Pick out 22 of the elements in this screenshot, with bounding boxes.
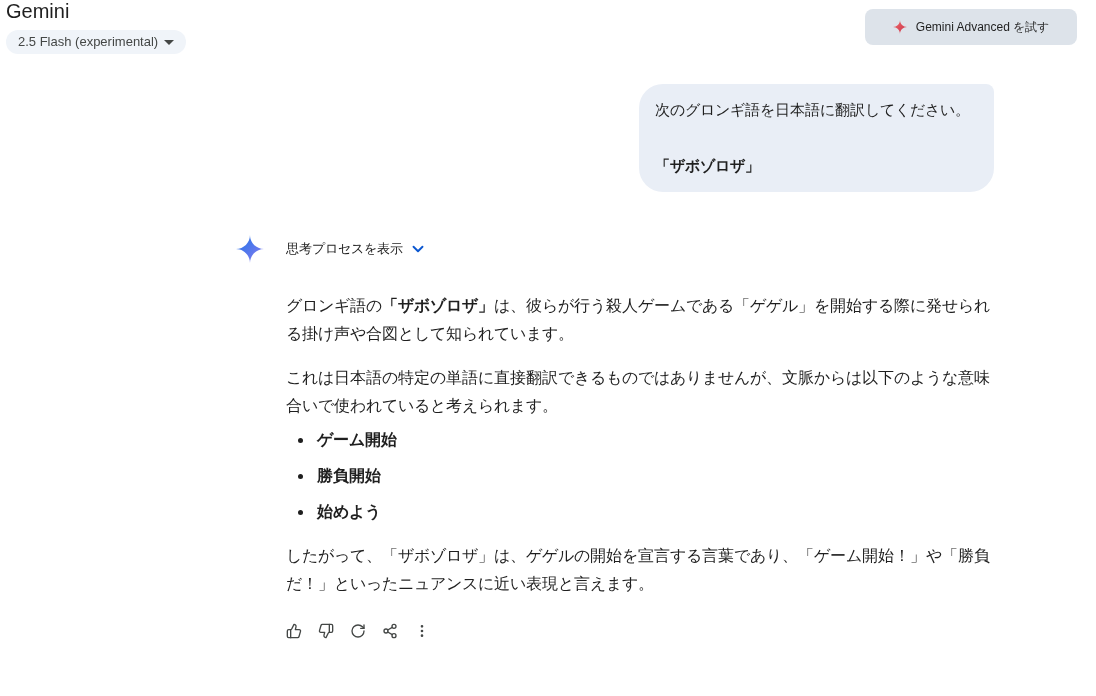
sparkle-icon [892, 20, 907, 34]
sparkle-icon [236, 235, 264, 263]
model-selector[interactable]: 2.5 Flash (experimental) [6, 30, 187, 54]
bullet-icon [298, 509, 303, 515]
user-message-text: 「ザボゾロザ」 [655, 156, 760, 176]
list-item-text: 勝負開始 [317, 466, 381, 486]
user-message-text: 次のグロンギ語を日本語に翻訳してください。 [655, 100, 970, 120]
upgrade-button[interactable]: Gemini Advanced を試す [865, 9, 1077, 45]
caret-down-icon [164, 39, 175, 45]
bullet-icon [298, 473, 303, 479]
show-thinking-toggle[interactable]: 思考プロセスを表示 [286, 239, 427, 259]
list-item-text: 始めよう [317, 502, 381, 523]
refresh-icon [350, 623, 366, 639]
thumbs-down-icon [318, 623, 334, 639]
response-paragraph: これは日本語の特定の単語に直接翻訳できるものではありませんが、文脈からは以下のような意味合いで使われていると考えられます。 [286, 368, 991, 416]
share-icon [382, 623, 398, 639]
response-paragraph: したがって、「ザボゾロザ」は、ゲゲルの開始を宣言する言葉であり、「ゲーム開始！」や「勝負だ！」といったニュアンスに近い表現と言えます。 [286, 546, 991, 594]
app-title: Gemini [6, 0, 70, 22]
list-item-text: ゲーム開始 [317, 430, 397, 450]
response-paragraph: グロンギ語の「ザボゾロザ」は、彼らが行う殺人ゲームである「ゲゲル」を開始する際に発せられる掛け声や合図として知られています。 [286, 296, 991, 344]
thumbs-up-icon [286, 623, 302, 639]
bullet-icon [298, 437, 303, 443]
